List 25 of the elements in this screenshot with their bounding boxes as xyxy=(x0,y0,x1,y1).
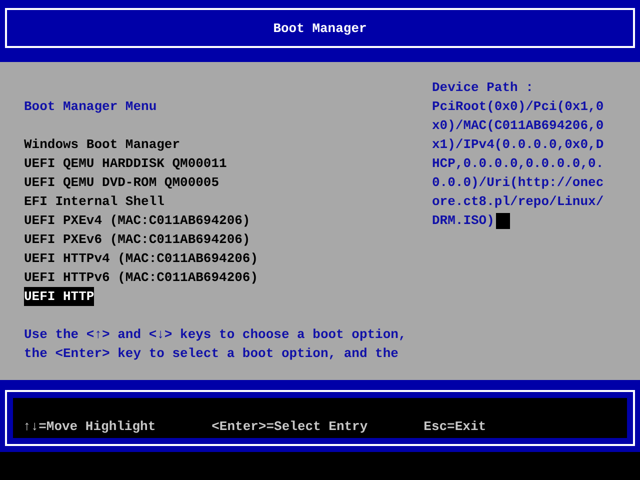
help-text: the <Enter> key to select a boot option, and the xyxy=(24,345,398,363)
boot-option[interactable]: UEFI HTTPv4 (MAC:C011AB694206) xyxy=(24,249,258,268)
boot-option[interactable]: UEFI PXEv6 (MAC:C011AB694206) xyxy=(24,230,250,249)
boot-option[interactable]: UEFI HTTPv6 (MAC:C011AB694206) xyxy=(24,268,258,287)
key-hint: ↑↓=Move Highlight xyxy=(23,418,156,436)
device-path-text: 0.0.0)/Uri(http://onec xyxy=(432,174,604,192)
text-cursor xyxy=(496,212,510,228)
device-path-text: PciRoot(0x0)/Pci(0x1,0 xyxy=(432,98,604,116)
boot-option[interactable]: Windows Boot Manager xyxy=(24,135,180,154)
window-title: Boot Manager xyxy=(273,20,367,38)
device-path-text: x0)/MAC(C011AB694206,0 xyxy=(432,117,604,135)
device-path-text: DRM.ISO) xyxy=(432,212,494,230)
device-path-text: x1)/IPv4(0.0.0.0,0x0,D xyxy=(432,136,604,154)
device-path-label: Device Path : xyxy=(432,79,534,97)
boot-option[interactable]: EFI Internal Shell xyxy=(24,192,164,211)
boot-option[interactable]: UEFI QEMU DVD-ROM QM00005 xyxy=(24,173,220,192)
boot-option[interactable]: UEFI QEMU HARDDISK QM00011 xyxy=(24,154,227,173)
help-text: Use the <↑> and <↓> keys to choose a boot option, xyxy=(24,326,406,344)
menu-title: Boot Manager Menu xyxy=(24,98,157,116)
device-path-text: ore.ct8.pl/repo/Linux/ xyxy=(432,193,604,211)
key-hint: <Enter>=Select Entry xyxy=(212,418,368,436)
device-path-text: HCP,0.0.0.0,0.0.0.0,0. xyxy=(432,155,604,173)
boot-option[interactable]: UEFI HTTP xyxy=(24,287,94,306)
key-hint: Esc=Exit xyxy=(424,418,486,436)
boot-option[interactable]: UEFI PXEv4 (MAC:C011AB694206) xyxy=(24,211,250,230)
